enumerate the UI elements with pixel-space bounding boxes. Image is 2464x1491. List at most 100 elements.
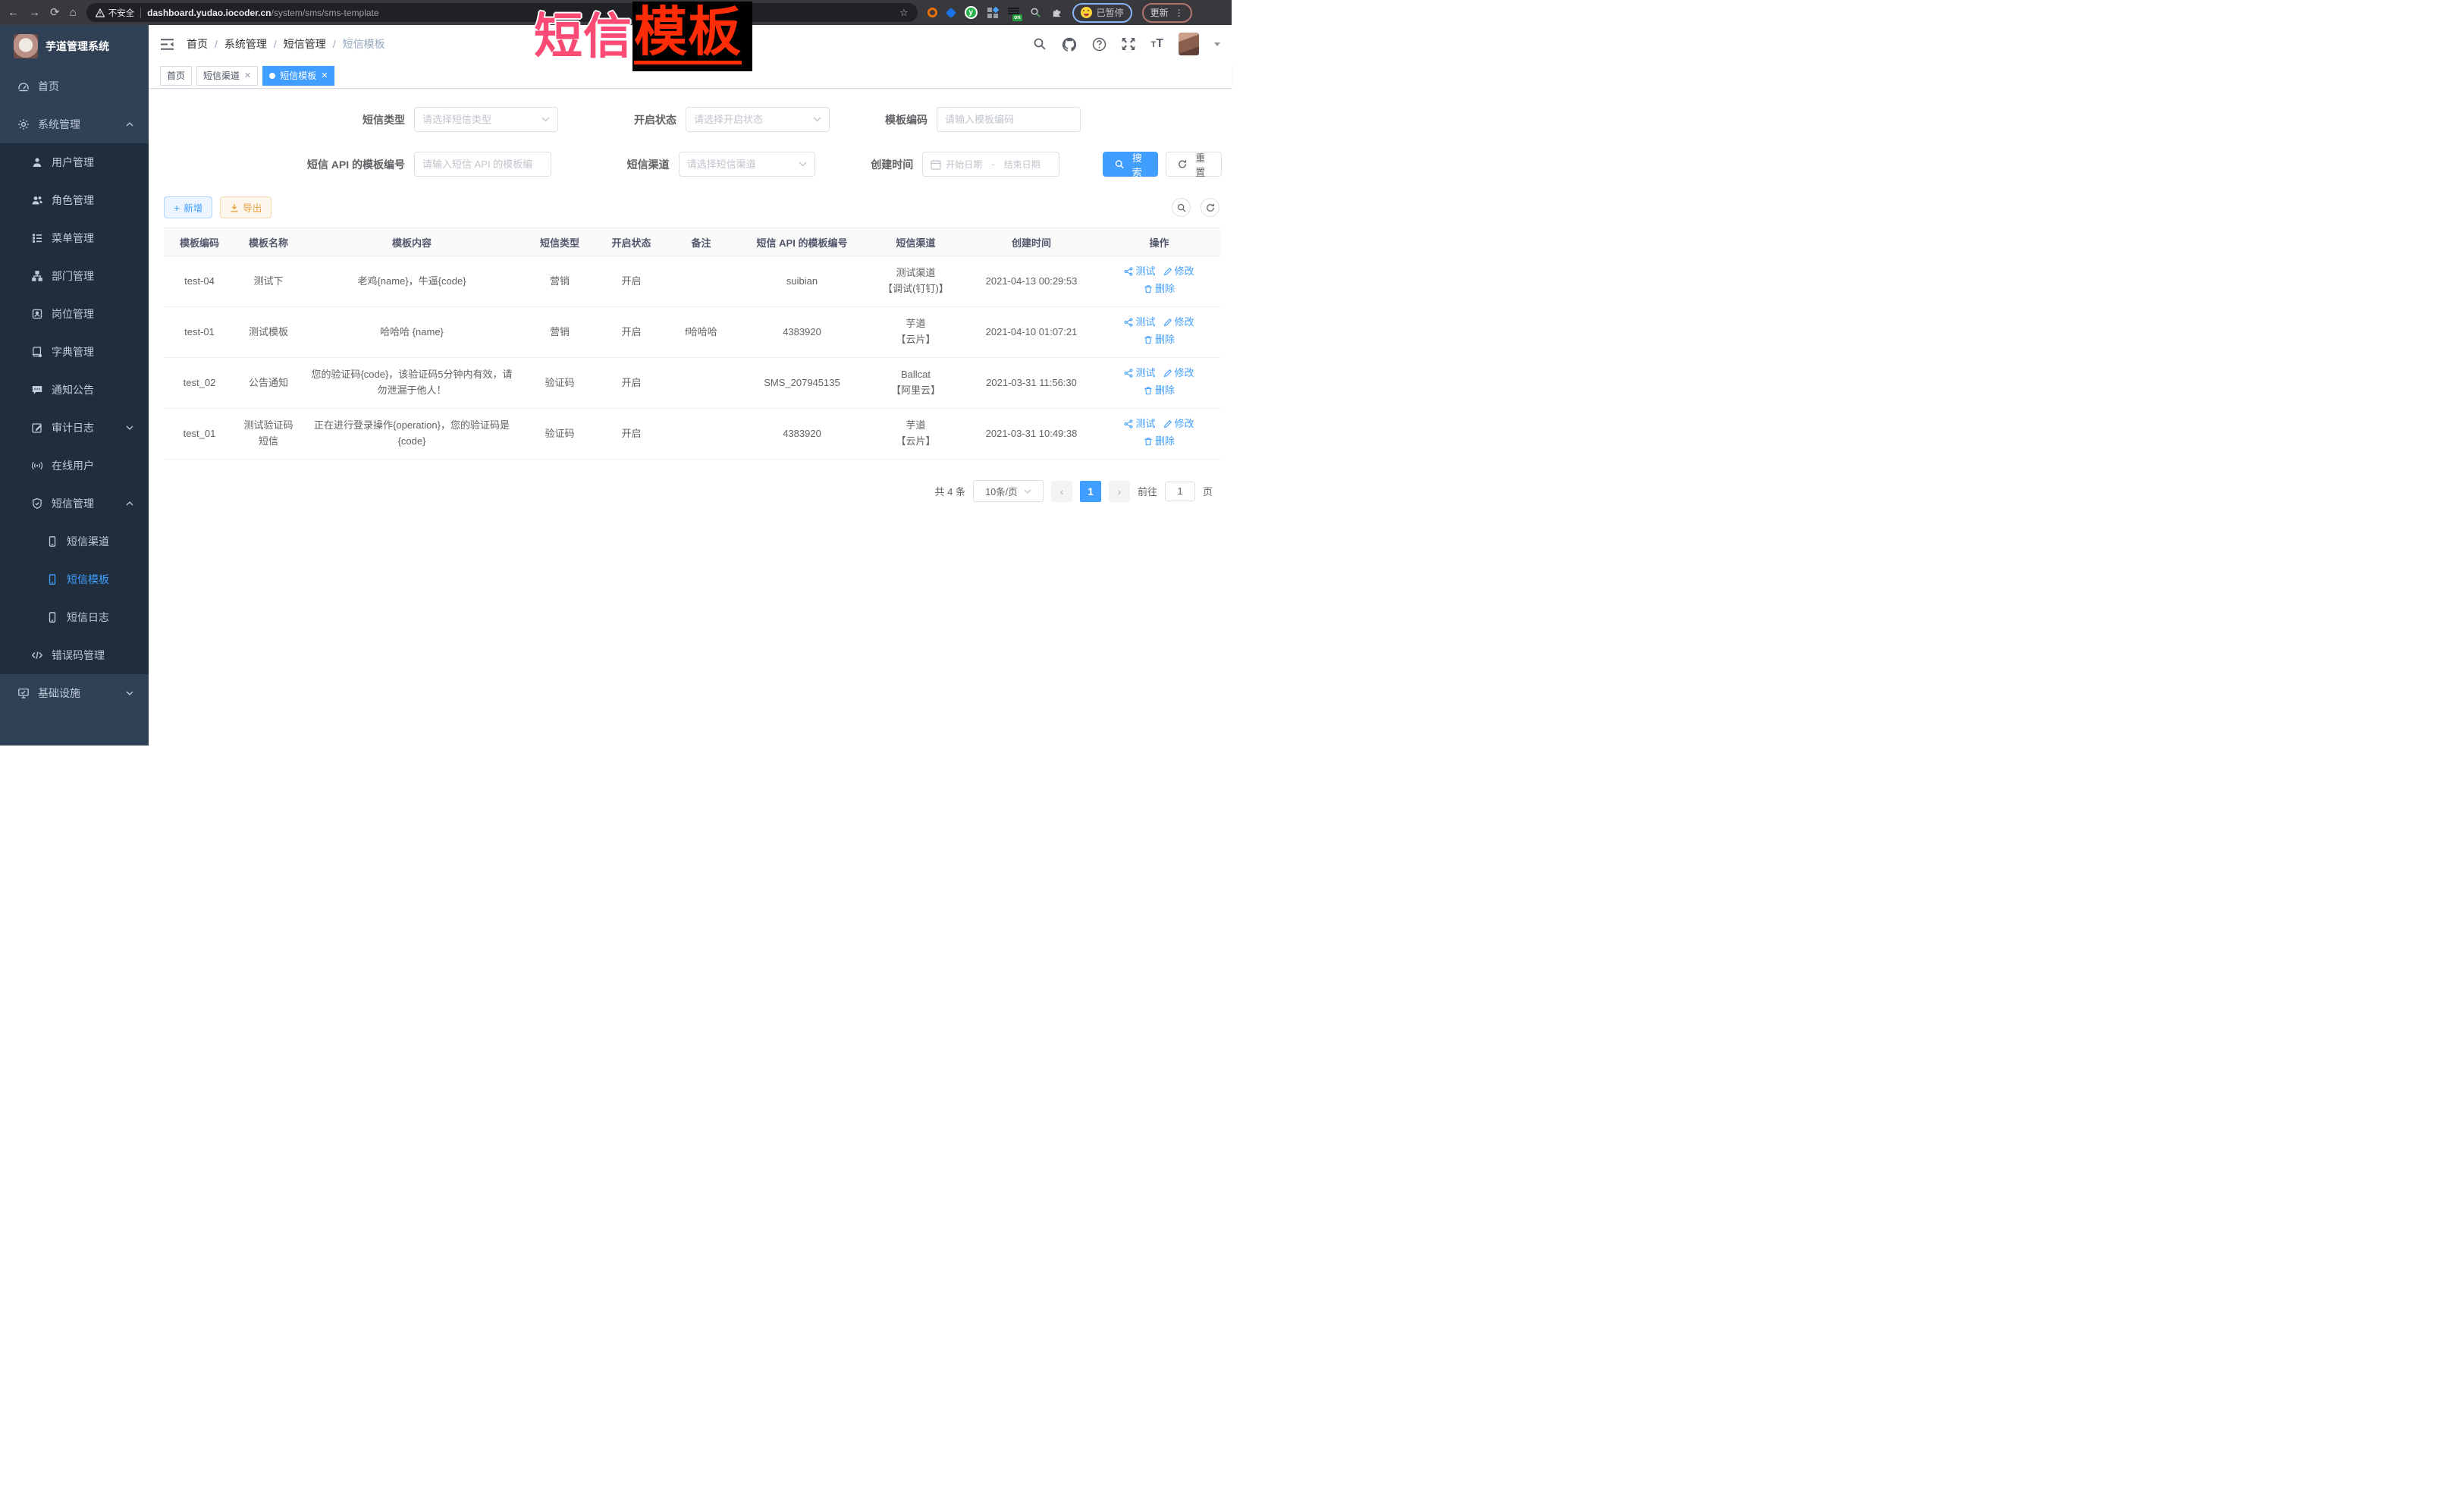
sidebar-item-notice[interactable]: 通知公告 <box>0 371 149 409</box>
not-secure-warning[interactable]: 不安全 <box>96 7 135 19</box>
reset-button[interactable]: 重置 <box>1166 152 1222 177</box>
sidebar-item-dict[interactable]: 字典管理 <box>0 333 149 371</box>
status-label: 开启状态 <box>558 112 686 127</box>
user-menu-caret-icon[interactable] <box>1214 42 1220 46</box>
sms-type-select[interactable] <box>414 107 558 132</box>
bookmark-star-icon[interactable]: ☆ <box>899 7 909 19</box>
tag-sms-channel[interactable]: 短信渠道 ✕ <box>196 66 258 86</box>
app-logo[interactable]: 芋道管理系统 <box>0 25 149 67</box>
export-button[interactable]: 导出 <box>220 196 272 218</box>
url-path: /system/sms/sms-template <box>272 8 379 18</box>
delete-link[interactable]: 删除 <box>1144 434 1175 450</box>
code-icon <box>31 649 43 661</box>
menu-tree-icon <box>31 232 43 244</box>
browser-home-icon[interactable]: ⌂ <box>70 7 77 18</box>
template-code-input[interactable] <box>937 107 1081 132</box>
github-icon[interactable] <box>1062 37 1077 52</box>
font-size-icon[interactable]: TT <box>1150 37 1163 51</box>
user-avatar[interactable] <box>1179 33 1199 55</box>
toggle-search-button[interactable] <box>1172 198 1191 217</box>
test-link[interactable]: 测试 <box>1124 366 1155 381</box>
extension-y-icon[interactable]: y <box>965 6 978 19</box>
sidebar-item-menus[interactable]: 菜单管理 <box>0 219 149 257</box>
delete-link[interactable]: 删除 <box>1144 383 1175 399</box>
refresh-icon <box>1206 203 1215 212</box>
edit-link[interactable]: 修改 <box>1163 315 1194 331</box>
browser-update-button[interactable]: 更新 ⋮ <box>1142 3 1192 23</box>
refresh-table-button[interactable] <box>1201 198 1219 217</box>
sidebar-item-online-users[interactable]: 在线用户 <box>0 447 149 485</box>
test-link[interactable]: 测试 <box>1124 416 1155 432</box>
api-template-id-input[interactable] <box>414 152 551 177</box>
search-icon[interactable] <box>1033 37 1047 51</box>
prev-page-button[interactable]: ‹ <box>1051 481 1072 502</box>
breadcrumb-current: 短信模板 <box>343 36 385 52</box>
sidebar-item-home[interactable]: 首页 <box>0 67 149 105</box>
extension-grid-icon[interactable] <box>987 8 998 18</box>
table-row: test-01 测试模板 哈哈哈 {name} 营销 开启 f哈哈哈 43839… <box>164 307 1220 358</box>
browser-forward-icon[interactable]: → <box>29 7 40 18</box>
table-row: test_01 测试验证码短信 正在进行登录操作{operation}，您的验证… <box>164 409 1220 460</box>
fullscreen-icon[interactable] <box>1122 37 1135 51</box>
page-unit-label: 页 <box>1203 484 1213 498</box>
sidebar-item-sms-log[interactable]: 短信日志 <box>0 598 149 636</box>
sidebar-item-posts[interactable]: 岗位管理 <box>0 295 149 333</box>
pencil-icon <box>1163 267 1172 276</box>
edit-link[interactable]: 修改 <box>1163 416 1194 432</box>
sidebar-item-audit-log[interactable]: 审计日志 <box>0 409 149 447</box>
test-link[interactable]: 测试 <box>1124 264 1155 280</box>
extension-list-on-icon[interactable]: on <box>1008 8 1020 18</box>
breadcrumb-system[interactable]: 系统管理 <box>224 36 267 52</box>
breadcrumb-sms[interactable]: 短信管理 <box>284 36 326 52</box>
sidebar-item-system[interactable]: 系统管理 <box>0 105 149 143</box>
plus-icon: + <box>174 202 180 213</box>
browser-reload-icon[interactable]: ⟳ <box>50 7 60 18</box>
delete-link[interactable]: 删除 <box>1144 332 1175 348</box>
sidebar-item-sms-template[interactable]: 短信模板 <box>0 560 149 598</box>
extension-toolbar: y on 已暂停 更新 ⋮ <box>928 3 1192 23</box>
page-size-select[interactable]: 10条/页 <box>973 480 1044 502</box>
close-icon[interactable]: ✕ <box>321 71 328 80</box>
search-button[interactable]: 搜索 <box>1103 152 1159 177</box>
edit-link[interactable]: 修改 <box>1163 264 1194 280</box>
sidebar-item-users[interactable]: 用户管理 <box>0 143 149 181</box>
delete-link[interactable]: 删除 <box>1144 281 1175 297</box>
sidebar-item-sms-channel[interactable]: 短信渠道 <box>0 523 149 560</box>
col-channel: 短信渠道 <box>867 228 965 256</box>
sidebar-item-error-codes[interactable]: 错误码管理 <box>0 636 149 674</box>
sidebar-item-sms[interactable]: 短信管理 <box>0 485 149 523</box>
more-menu-icon[interactable]: ⋮ <box>1175 8 1184 18</box>
browser-back-icon[interactable]: ← <box>8 7 19 18</box>
extension-blue-gem-icon[interactable] <box>946 7 956 17</box>
test-link[interactable]: 测试 <box>1124 315 1155 331</box>
share-icon <box>1124 369 1133 378</box>
sidebar-item-infrastructure[interactable]: 基础设施 <box>0 674 149 712</box>
sidebar-item-roles[interactable]: 角色管理 <box>0 181 149 219</box>
add-button[interactable]: + 新增 <box>164 196 212 218</box>
date-range-picker[interactable]: 开始日期 - 结束日期 <box>922 152 1059 177</box>
extensions-puzzle-icon[interactable] <box>1051 7 1063 18</box>
active-dot-icon <box>269 73 275 79</box>
col-created-at: 创建时间 <box>965 228 1098 256</box>
paused-extension-chip[interactable]: 已暂停 <box>1072 3 1132 23</box>
address-bar[interactable]: 不安全 dashboard.yudao.iocoder.cn/system/sm… <box>86 3 918 22</box>
sidebar-item-departments[interactable]: 部门管理 <box>0 257 149 295</box>
help-icon[interactable] <box>1092 37 1106 52</box>
extension-orange-icon[interactable] <box>928 8 937 17</box>
goto-page-input[interactable] <box>1165 482 1195 501</box>
extension-magnifier-icon[interactable] <box>1030 7 1041 18</box>
close-icon[interactable]: ✕ <box>244 71 251 80</box>
download-icon <box>230 203 239 212</box>
tag-sms-template[interactable]: 短信模板 ✕ <box>262 66 334 86</box>
page-1-button[interactable]: 1 <box>1080 481 1101 502</box>
channel-select[interactable] <box>679 152 816 177</box>
collapse-sidebar-icon[interactable] <box>160 38 174 51</box>
tag-home[interactable]: 首页 <box>160 66 192 86</box>
next-page-button[interactable]: › <box>1109 481 1130 502</box>
status-select[interactable] <box>686 107 830 132</box>
breadcrumb-home[interactable]: 首页 <box>187 36 208 52</box>
edit-link[interactable]: 修改 <box>1163 366 1194 381</box>
online-signal-icon <box>31 460 43 472</box>
top-navbar: 首页 / 系统管理 / 短信管理 / 短信模板 TT <box>149 25 1232 63</box>
dashboard-icon <box>17 80 30 93</box>
